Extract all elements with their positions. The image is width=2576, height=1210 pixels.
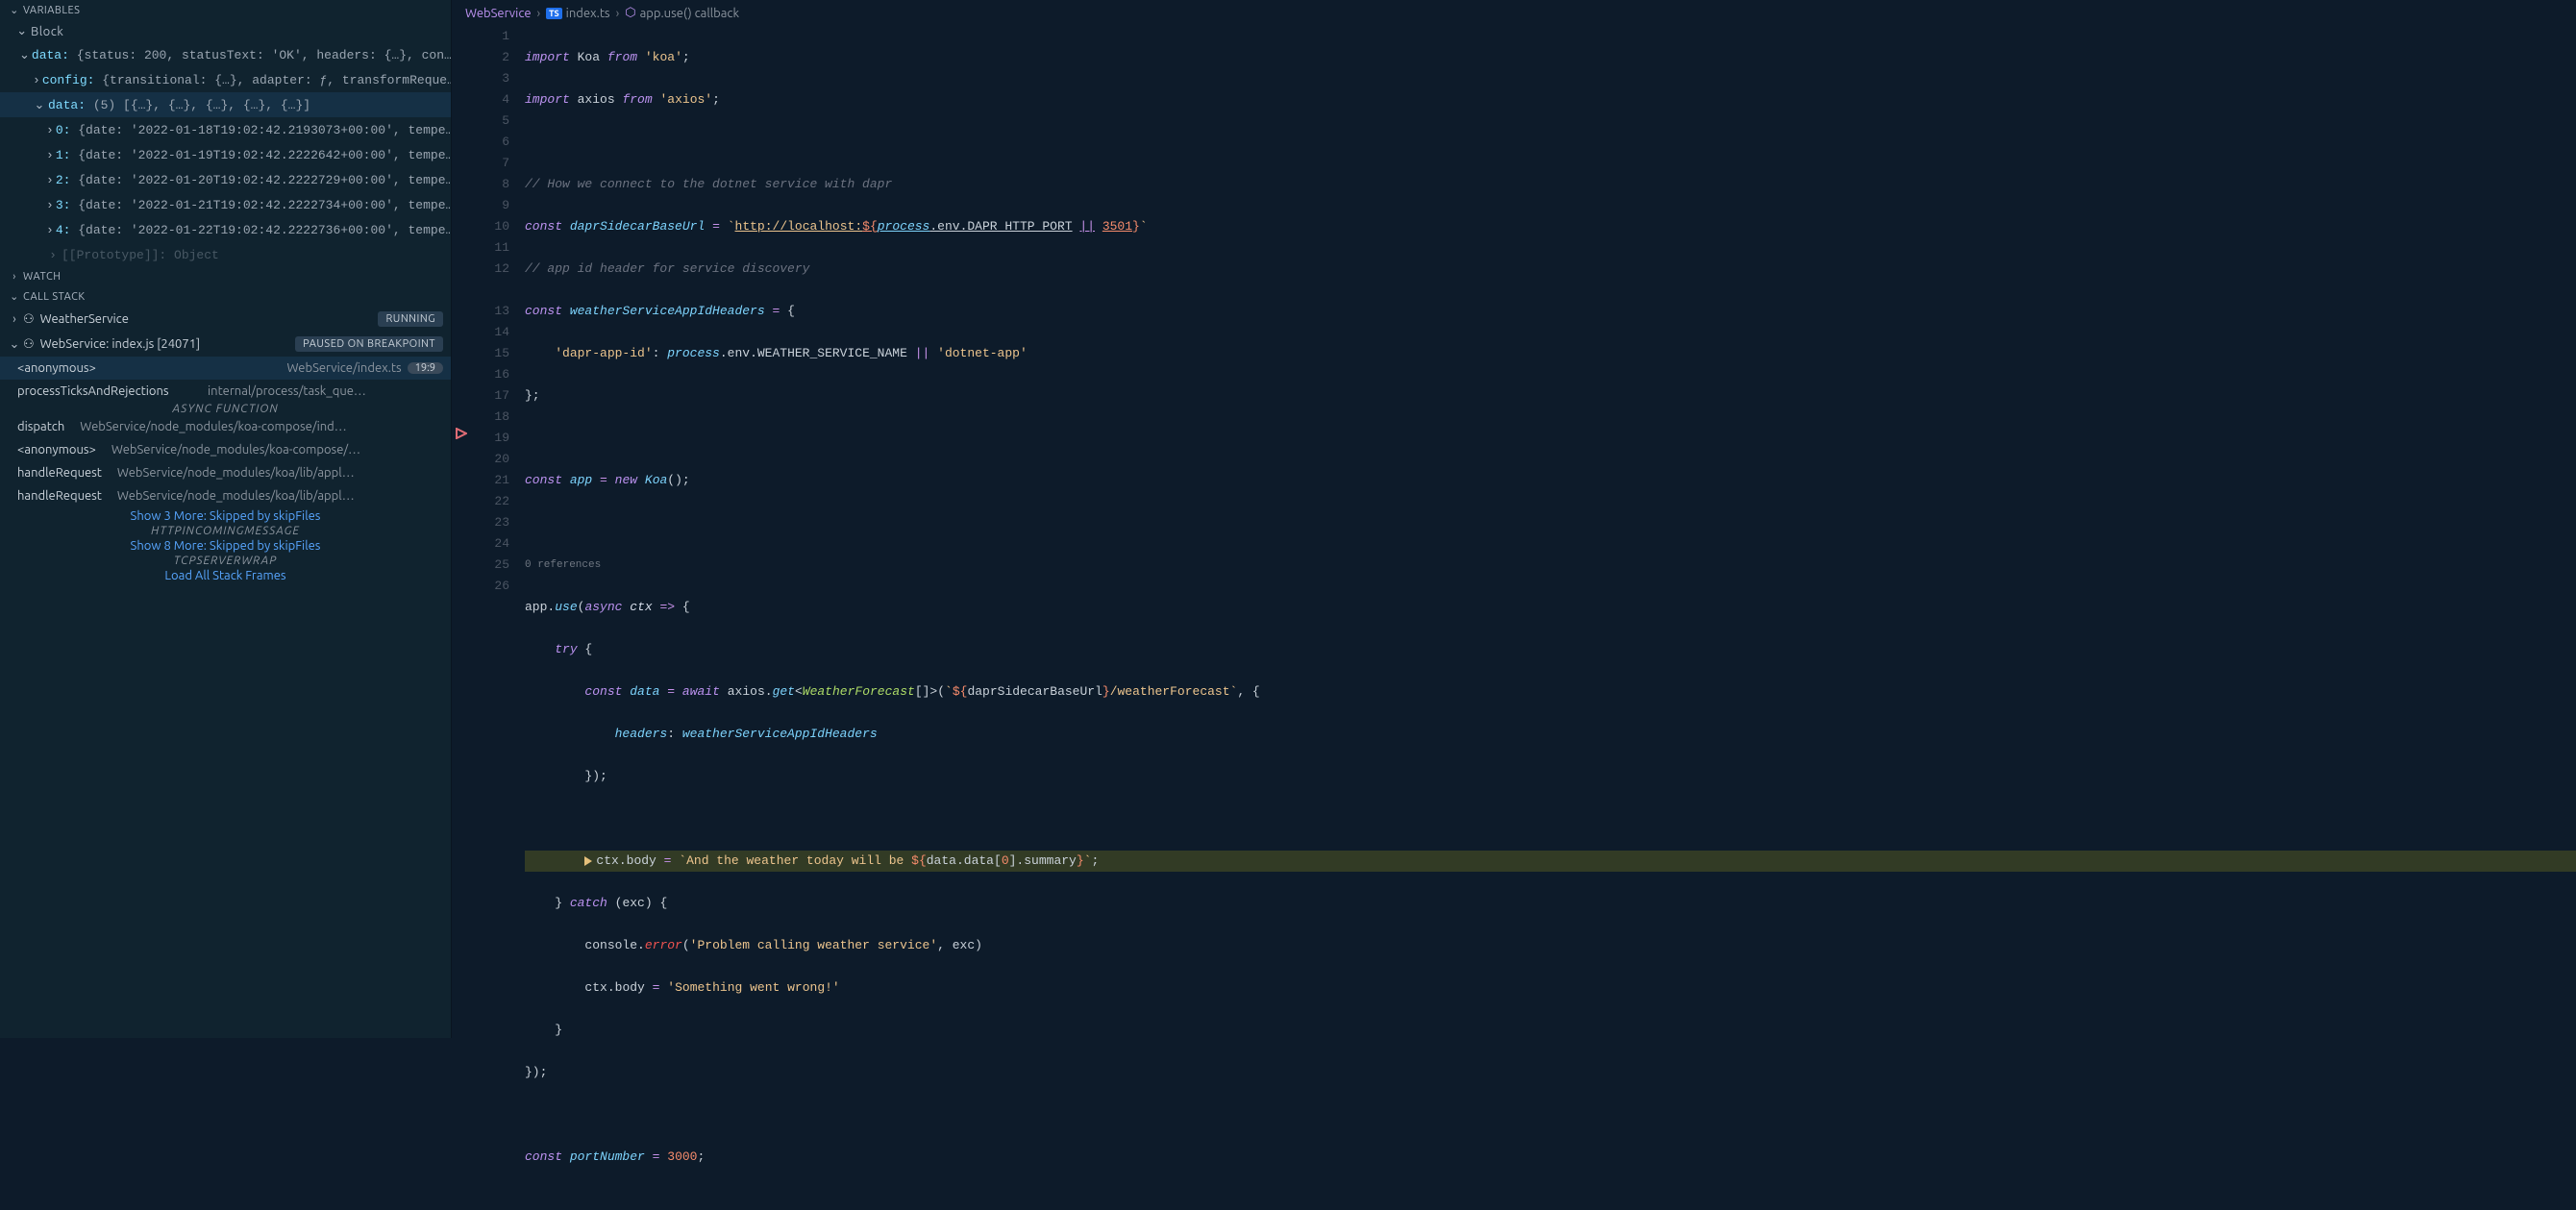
breadcrumb-root[interactable]: WebService — [465, 7, 532, 20]
variables-section-header[interactable]: ⌄ VARIABLES — [0, 0, 451, 20]
var-key: 2: — [56, 173, 71, 187]
frame-fn: handleRequest — [17, 466, 102, 480]
frame-location-pill: 19:9 — [408, 362, 443, 374]
line-number-gutter: 123456789101112 131415161718192021222324… — [471, 26, 525, 1210]
chevron-down-icon: ⌄ — [19, 48, 30, 62]
frame-path: WebService/node_modules/koa-compose/… — [111, 443, 443, 457]
method-icon: ⬡ — [625, 6, 635, 20]
stack-frame[interactable]: dispatch WebService/node_modules/koa-com… — [0, 415, 451, 438]
callstack-label: CALL STACK — [23, 291, 86, 303]
variable-row[interactable]: › 3: {date: '2022-01-21T19:02:42.2222734… — [0, 192, 451, 217]
thread-item-active[interactable]: ⌄ ⚇ WebService: index.js [24071] PAUSED … — [0, 332, 451, 357]
var-key: 0: — [56, 123, 71, 137]
variable-row[interactable]: › 1: {date: '2022-01-19T19:02:42.2222642… — [0, 142, 451, 167]
stack-frame[interactable]: processTicksAndRejections internal/proce… — [0, 380, 451, 403]
code-content[interactable]: import Koa from 'koa'; import axios from… — [525, 26, 2576, 1210]
code-area[interactable]: 123456789101112 131415161718192021222324… — [452, 26, 2576, 1210]
thread-status-badge: PAUSED ON BREAKPOINT — [295, 336, 443, 352]
breakpoint-gutter[interactable] — [452, 26, 471, 1210]
chevron-down-icon: ⌄ — [8, 4, 21, 16]
thread-name: WeatherService — [40, 312, 379, 326]
thread-status-badge: RUNNING — [378, 311, 443, 327]
stack-frame[interactable]: handleRequest WebService/node_modules/ko… — [0, 484, 451, 507]
async-origin-label: HTTPINCOMINGMESSAGE — [0, 525, 451, 537]
var-value: [[Prototype]]: Object — [62, 248, 219, 262]
frame-fn: processTicksAndRejections — [17, 384, 200, 398]
variable-row[interactable]: › 0: {date: '2022-01-18T19:02:42.2193073… — [0, 117, 451, 142]
watch-label: WATCH — [23, 271, 61, 283]
codelens[interactable]: 0 references — [525, 555, 2576, 576]
load-all-frames-link[interactable]: Load All Stack Frames — [0, 567, 451, 584]
variable-row[interactable]: ⌄ data: {status: 200, statusText: 'OK', … — [0, 42, 451, 67]
thread-item[interactable]: › ⚇ WeatherService RUNNING — [0, 307, 451, 332]
chevron-down-icon: ⌄ — [15, 24, 29, 38]
var-key: 3: — [56, 198, 71, 212]
block-label: Block — [31, 25, 63, 38]
frame-path: WebService/index.ts — [286, 361, 401, 375]
frame-path: WebService/node_modules/koa/lib/appl… — [117, 489, 443, 503]
variable-row[interactable]: › config: {transitional: {…}, adapter: ƒ… — [0, 67, 451, 92]
var-key: config: — [42, 73, 95, 87]
chevron-right-icon: › — [33, 73, 40, 87]
var-key: 4: — [56, 223, 71, 237]
chevron-right-icon: › — [46, 173, 54, 187]
frame-fn: <anonymous> — [17, 443, 96, 457]
var-value: {date: '2022-01-18T19:02:42.2193073+00:0… — [78, 123, 451, 137]
chevron-down-icon: ⌄ — [8, 290, 21, 303]
breadcrumb-file[interactable]: index.ts — [566, 7, 610, 20]
variable-row[interactable]: › 2: {date: '2022-01-20T19:02:42.2222729… — [0, 167, 451, 192]
show-more-link[interactable]: Show 3 More: Skipped by skipFiles — [0, 507, 451, 525]
chevron-right-icon: › — [537, 7, 541, 20]
variables-label: VARIABLES — [23, 5, 80, 16]
var-key: data: — [32, 48, 69, 62]
var-value: {date: '2022-01-20T19:02:42.2222729+00:0… — [78, 173, 451, 187]
chevron-right-icon: › — [46, 123, 54, 137]
frame-fn: <anonymous> — [17, 361, 279, 375]
chevron-right-icon: › — [46, 248, 60, 262]
breadcrumb[interactable]: WebService › TS index.ts › ⬡ app.use() cal… — [452, 0, 2576, 26]
var-value: {transitional: {…}, adapter: ƒ, transfor… — [102, 73, 451, 87]
var-key: data: — [48, 98, 86, 112]
chevron-right-icon: › — [616, 7, 620, 20]
ts-icon: TS — [546, 8, 562, 19]
frame-path: internal/process/task_que… — [208, 384, 366, 398]
var-key: 1: — [56, 148, 71, 162]
var-value: {date: '2022-01-19T19:02:42.2222642+00:0… — [78, 148, 451, 162]
var-value: {status: 200, statusText: 'OK', headers:… — [77, 48, 451, 62]
variable-row[interactable]: › 4: {date: '2022-01-22T19:02:42.2222736… — [0, 217, 451, 242]
var-value: {date: '2022-01-21T19:02:42.2222734+00:0… — [78, 198, 451, 212]
breakpoint-marker[interactable] — [455, 427, 468, 440]
execution-pointer-icon — [584, 856, 592, 866]
debug-icon: ⚇ — [23, 337, 35, 352]
frame-fn: handleRequest — [17, 489, 102, 503]
var-value: (5) [{…}, {…}, {…}, {…}, {…}] — [93, 98, 310, 112]
chevron-down-icon: ⌄ — [33, 98, 46, 112]
editor-pane: WebService › TS index.ts › ⬡ app.use() cal… — [452, 0, 2576, 1038]
frame-fn: dispatch — [17, 420, 64, 433]
chevron-down-icon: ⌄ — [8, 337, 21, 352]
chevron-right-icon: › — [8, 312, 21, 326]
variable-prototype-row[interactable]: › [[Prototype]]: Object — [0, 242, 451, 267]
scope-block-header[interactable]: ⌄ Block — [0, 20, 451, 42]
async-origin-label: TCPSERVERWRAP — [0, 555, 451, 567]
chevron-right-icon: › — [46, 148, 54, 162]
show-more-link[interactable]: Show 8 More: Skipped by skipFiles — [0, 537, 451, 555]
stack-frame-selected[interactable]: <anonymous> WebService/index.ts 19:9 — [0, 357, 451, 380]
debug-icon: ⚇ — [23, 312, 35, 327]
async-origin-label: async function — [0, 403, 451, 415]
debug-sidebar: ⌄ VARIABLES ⌄ Block ⌄ data: {status: 200… — [0, 0, 452, 1038]
var-value: {date: '2022-01-22T19:02:42.2222736+00:0… — [78, 223, 451, 237]
chevron-right-icon: › — [46, 223, 54, 237]
breadcrumb-symbol[interactable]: app.use() callback — [640, 7, 739, 20]
callstack-section-header[interactable]: ⌄ CALL STACK — [0, 286, 451, 307]
chevron-right-icon: › — [8, 271, 21, 283]
frame-path: WebService/node_modules/koa-compose/ind… — [80, 420, 443, 433]
thread-name: WebService: index.js [24071] — [40, 337, 296, 351]
variable-row-selected[interactable]: ⌄ data: (5) [{…}, {…}, {…}, {…}, {…}] — [0, 92, 451, 117]
frame-path: WebService/node_modules/koa/lib/appl… — [117, 466, 443, 480]
watch-section-header[interactable]: › WATCH — [0, 267, 451, 286]
stack-frame[interactable]: <anonymous> WebService/node_modules/koa-… — [0, 438, 451, 461]
stack-frame[interactable]: handleRequest WebService/node_modules/ko… — [0, 461, 451, 484]
chevron-right-icon: › — [46, 198, 54, 212]
